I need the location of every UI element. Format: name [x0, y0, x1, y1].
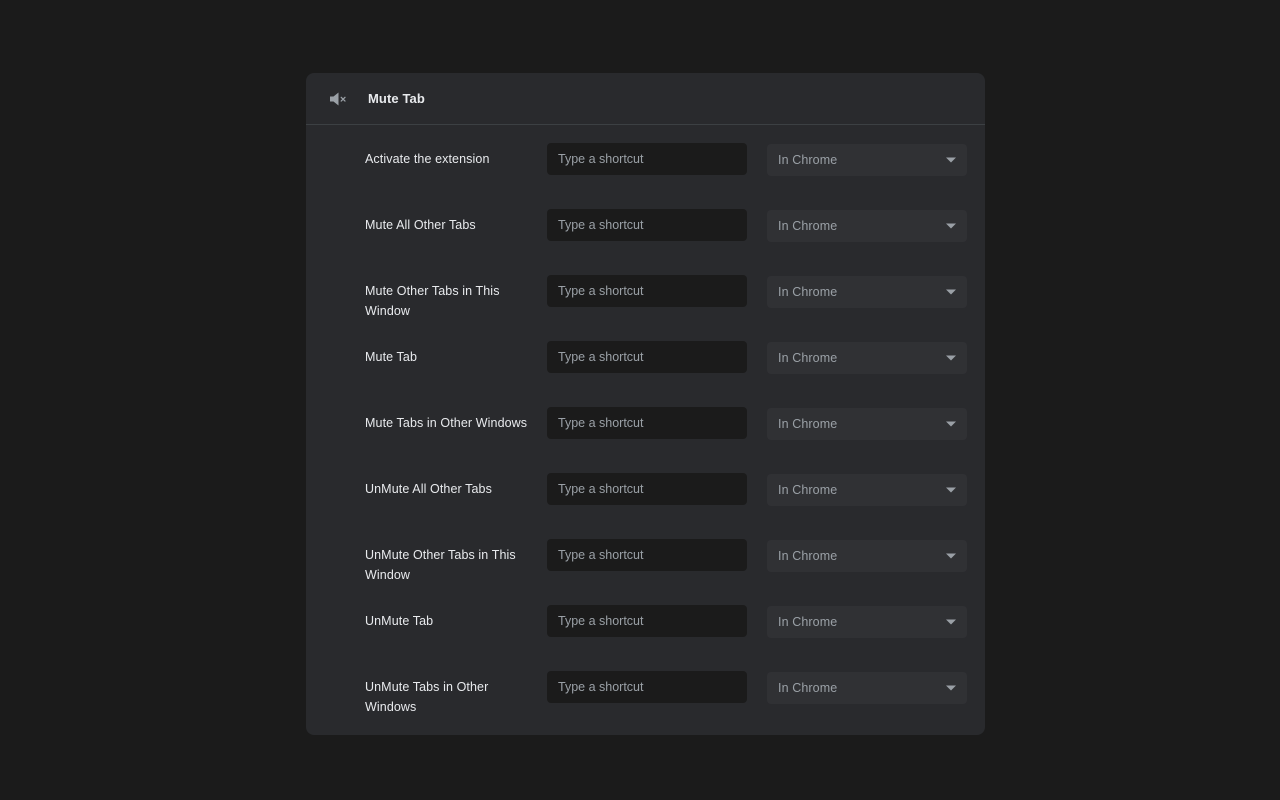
page-background: Mute Tab Activate the extension In Chrome… — [0, 0, 1280, 800]
shortcut-row: Mute Tabs in Other Windows In ChromeGloba… — [306, 401, 985, 467]
shortcut-input[interactable] — [547, 473, 747, 505]
card-header: Mute Tab — [306, 73, 985, 125]
shortcut-scope-select-wrapper[interactable]: In ChromeGlobal — [767, 672, 967, 704]
shortcut-input[interactable] — [547, 209, 747, 241]
shortcut-scope-select[interactable]: In ChromeGlobal — [767, 342, 967, 374]
shortcut-input[interactable] — [547, 275, 747, 307]
shortcut-row: UnMute Tab In ChromeGlobal — [306, 599, 985, 665]
shortcut-scope-select[interactable]: In ChromeGlobal — [767, 408, 967, 440]
shortcut-scope-select-wrapper[interactable]: In ChromeGlobal — [767, 144, 967, 176]
shortcut-scope-select[interactable]: In ChromeGlobal — [767, 606, 967, 638]
shortcut-scope-select[interactable]: In ChromeGlobal — [767, 210, 967, 242]
shortcut-input[interactable] — [547, 407, 747, 439]
shortcut-command-label: UnMute Tab — [365, 599, 547, 631]
shortcut-scope-select-wrapper[interactable]: In ChromeGlobal — [767, 474, 967, 506]
shortcut-row: Mute Tab In ChromeGlobal — [306, 335, 985, 401]
shortcut-scope-select-wrapper[interactable]: In ChromeGlobal — [767, 606, 967, 638]
shortcut-command-label: UnMute All Other Tabs — [365, 467, 547, 499]
shortcut-scope-select[interactable]: In ChromeGlobal — [767, 144, 967, 176]
shortcut-command-label: Activate the extension — [365, 137, 547, 169]
shortcut-row: UnMute All Other Tabs In ChromeGlobal — [306, 467, 985, 533]
muted-speaker-icon — [326, 87, 350, 111]
shortcut-input[interactable] — [547, 671, 747, 703]
shortcut-input[interactable] — [547, 539, 747, 571]
shortcut-row: UnMute Tabs in Other Windows In ChromeGlo… — [306, 665, 985, 731]
shortcut-scope-select[interactable]: In ChromeGlobal — [767, 540, 967, 572]
shortcut-row: Mute Other Tabs in This Window In ChromeG… — [306, 269, 985, 335]
shortcut-scope-select-wrapper[interactable]: In ChromeGlobal — [767, 276, 967, 308]
shortcut-row: Mute All Other Tabs In ChromeGlobal — [306, 203, 985, 269]
shortcut-scope-select[interactable]: In ChromeGlobal — [767, 276, 967, 308]
extension-shortcuts-card: Mute Tab Activate the extension In Chrome… — [306, 73, 985, 735]
shortcut-scope-select[interactable]: In ChromeGlobal — [767, 672, 967, 704]
shortcut-command-label: UnMute Tabs in Other Windows — [365, 665, 547, 717]
shortcut-command-label: Mute Tab — [365, 335, 547, 367]
shortcut-scope-select-wrapper[interactable]: In ChromeGlobal — [767, 342, 967, 374]
shortcut-input[interactable] — [547, 605, 747, 637]
shortcut-rows-list: Activate the extensionIn ChromeGlobalMut… — [306, 125, 985, 731]
shortcut-input[interactable] — [547, 341, 747, 373]
shortcut-command-label: UnMute Other Tabs in This Window — [365, 533, 547, 585]
shortcut-command-label: Mute Tabs in Other Windows — [365, 401, 547, 433]
shortcut-command-label: Mute All Other Tabs — [365, 203, 547, 235]
shortcut-scope-select-wrapper[interactable]: In ChromeGlobal — [767, 540, 967, 572]
shortcut-scope-select-wrapper[interactable]: In ChromeGlobal — [767, 408, 967, 440]
shortcut-row: UnMute Other Tabs in This Window In Chrom… — [306, 533, 985, 599]
shortcut-input[interactable] — [547, 143, 747, 175]
shortcut-command-label: Mute Other Tabs in This Window — [365, 269, 547, 321]
page-title: Mute Tab — [368, 92, 425, 105]
shortcut-scope-select[interactable]: In ChromeGlobal — [767, 474, 967, 506]
shortcut-scope-select-wrapper[interactable]: In ChromeGlobal — [767, 210, 967, 242]
shortcut-row: Activate the extension In ChromeGlobal — [306, 137, 985, 203]
